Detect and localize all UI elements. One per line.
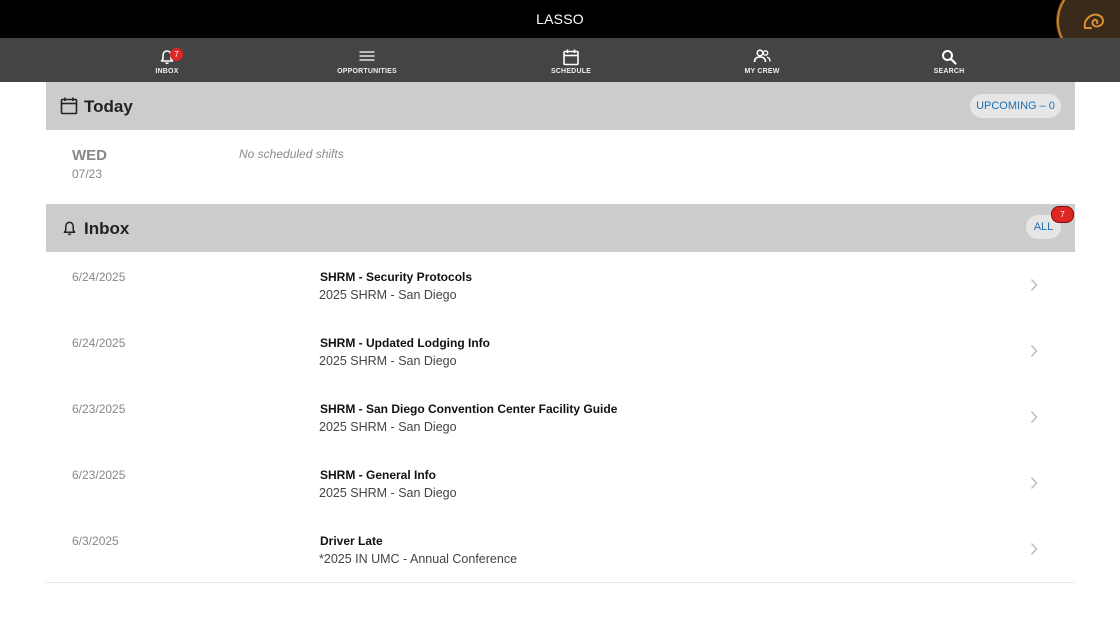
inbox-header: Inbox ALL bbox=[46, 204, 1075, 252]
item-title: SHRM - Security Protocols bbox=[320, 270, 473, 284]
chevron-right-icon bbox=[1030, 543, 1038, 555]
today-row: WED 07/23 No scheduled shifts bbox=[46, 130, 1075, 204]
day-name: WED bbox=[72, 147, 107, 164]
day-date: 07/23 bbox=[72, 167, 103, 181]
item-event: 2025 SHRM - San Diego bbox=[319, 354, 457, 368]
nav-search[interactable]: SEARCH bbox=[889, 38, 1009, 82]
nav-inbox[interactable]: 7 INBOX bbox=[107, 38, 227, 82]
item-event: 2025 SHRM - San Diego bbox=[319, 486, 457, 500]
item-event: 2025 SHRM - San Diego bbox=[319, 420, 457, 434]
today-title: Today bbox=[84, 97, 133, 116]
nav-my-crew[interactable]: MY CREW bbox=[702, 38, 822, 82]
item-date: 6/24/2025 bbox=[72, 270, 126, 284]
nav-label: INBOX bbox=[155, 68, 179, 75]
calendar-icon bbox=[563, 49, 579, 66]
inbox-item[interactable]: 6/23/2025 SHRM - General Info 2025 SHRM … bbox=[46, 450, 1075, 517]
inbox-item[interactable]: 6/24/2025 SHRM - Security Protocols 2025… bbox=[46, 252, 1075, 319]
inbox-item[interactable]: 6/24/2025 SHRM - Updated Lodging Info 20… bbox=[46, 318, 1075, 385]
assistant-icon bbox=[1083, 13, 1104, 29]
item-title: SHRM - General Info bbox=[320, 468, 437, 482]
today-header: Today UPCOMING – 0 bbox=[46, 82, 1075, 130]
item-event: 2025 SHRM - San Diego bbox=[319, 288, 457, 302]
chevron-right-icon bbox=[1030, 345, 1038, 357]
item-title: SHRM - Updated Lodging Info bbox=[320, 336, 490, 350]
chevron-right-icon bbox=[1030, 279, 1038, 291]
item-date: 6/24/2025 bbox=[72, 336, 126, 350]
search-icon bbox=[942, 50, 957, 65]
inbox-title: Inbox bbox=[84, 219, 130, 238]
upcoming-button[interactable]: UPCOMING – 0 bbox=[970, 94, 1061, 118]
nav-label: SCHEDULE bbox=[550, 68, 592, 75]
inbox-badge: 7 bbox=[170, 48, 183, 61]
chevron-right-icon bbox=[1030, 477, 1038, 489]
app-header: LASSO bbox=[0, 0, 1120, 38]
item-date: 6/23/2025 bbox=[72, 468, 126, 482]
item-title: Driver Late bbox=[320, 534, 383, 548]
calendar-icon bbox=[60, 97, 78, 115]
nav-opportunities[interactable]: OPPORTUNITIES bbox=[307, 38, 427, 82]
nav-label: MY CREW bbox=[744, 68, 780, 75]
nav-label: OPPORTUNITIES bbox=[337, 68, 397, 75]
nav-schedule[interactable]: SCHEDULE bbox=[511, 38, 631, 82]
inbox-count-badge: 7 bbox=[1051, 206, 1074, 223]
item-date: 6/23/2025 bbox=[72, 402, 126, 416]
bell-icon bbox=[63, 221, 76, 236]
nav-label: SEARCH bbox=[933, 68, 965, 75]
no-shifts-text: No scheduled shifts bbox=[239, 147, 344, 161]
nav-bar: 7 INBOX OPPORTUNITIES SCHEDULE MY CREW S… bbox=[0, 38, 1120, 82]
inbox-item[interactable]: 6/3/2025 Driver Late *2025 IN UMC - Annu… bbox=[46, 516, 1075, 583]
people-icon bbox=[753, 49, 771, 63]
item-event: *2025 IN UMC - Annual Conference bbox=[319, 552, 518, 566]
app-title: LASSO bbox=[536, 11, 584, 27]
item-title: SHRM - San Diego Convention Center Facil… bbox=[320, 402, 618, 416]
inbox-item[interactable]: 6/23/2025 SHRM - San Diego Convention Ce… bbox=[46, 384, 1075, 451]
list-icon bbox=[359, 51, 375, 61]
item-date: 6/3/2025 bbox=[72, 534, 119, 548]
chevron-right-icon bbox=[1030, 411, 1038, 423]
